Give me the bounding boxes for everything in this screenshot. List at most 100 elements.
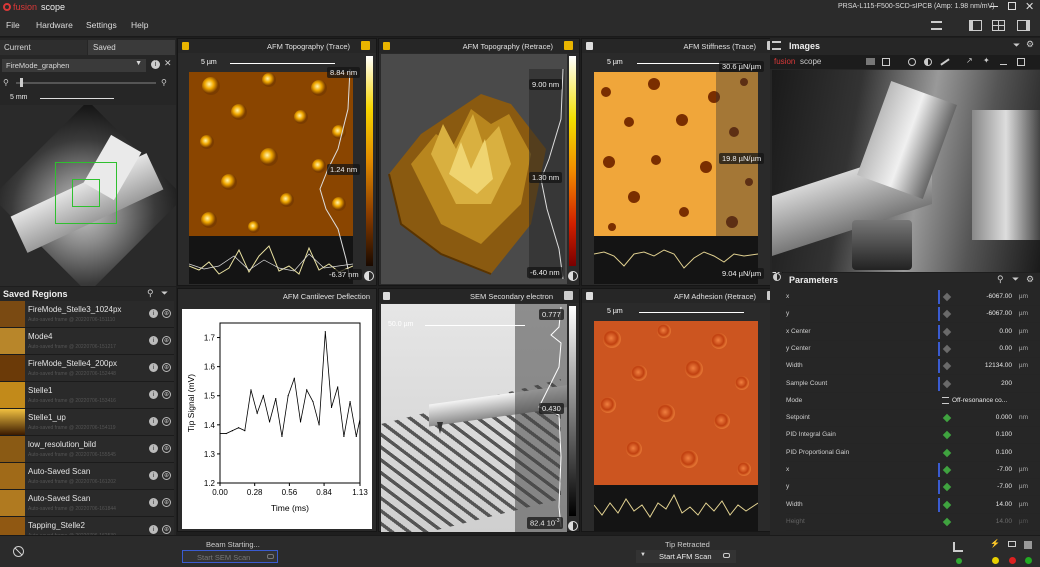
edit-pencil-icon[interactable] xyxy=(942,517,952,527)
scan-settings-icon[interactable] xyxy=(267,554,274,559)
menu-help[interactable]: Help xyxy=(131,20,148,30)
info-icon[interactable]: i xyxy=(149,444,158,453)
edit-pencil-icon[interactable] xyxy=(942,465,952,475)
file-icon[interactable] xyxy=(586,292,593,300)
parameter-row[interactable]: Width 12134.00 µm xyxy=(786,358,1040,376)
layout-grid-icon[interactable] xyxy=(992,20,1005,31)
camera-view[interactable] xyxy=(772,70,1040,272)
colormap-icon[interactable] xyxy=(564,41,573,50)
parameter-value[interactable]: Off-resonance co... xyxy=(952,397,1007,404)
info-icon[interactable]: i xyxy=(149,498,158,507)
share-icon[interactable]: ↗ xyxy=(966,56,973,65)
parameter-value[interactable]: -6067.00 xyxy=(986,293,1012,300)
parameter-row[interactable]: Sample Count 200 xyxy=(786,376,1040,393)
gear-icon[interactable]: ⚙ xyxy=(1026,39,1034,50)
colorbar[interactable] xyxy=(366,56,373,266)
parameter-value[interactable]: 0.00 xyxy=(999,328,1012,335)
colormap-icon[interactable] xyxy=(564,291,573,300)
parameter-value[interactable]: 200 xyxy=(1001,380,1012,387)
parameter-row[interactable]: y Center 0.00 µm xyxy=(786,341,1040,358)
filter-icon[interactable]: ⏷ xyxy=(161,288,168,299)
target-icon[interactable]: ⊕ xyxy=(162,525,171,534)
target-icon[interactable]: ⊕ xyxy=(162,417,171,426)
edit-pencil-icon[interactable] xyxy=(942,327,952,336)
brightness-icon[interactable] xyxy=(908,58,916,66)
search-icon[interactable]: ⚲ xyxy=(997,274,1004,285)
contrast-icon[interactable] xyxy=(924,58,932,66)
afm-adhesion-image[interactable] xyxy=(594,321,758,485)
pin-icon[interactable]: ✦ xyxy=(983,56,990,65)
info-icon[interactable]: i xyxy=(149,390,158,399)
minimize-icon[interactable] xyxy=(1000,64,1007,65)
menu-hardware[interactable]: Hardware xyxy=(36,20,73,30)
parameter-row[interactable]: Setpoint 0.000 nm xyxy=(786,410,1040,428)
contrast-icon[interactable] xyxy=(364,271,374,281)
target-icon[interactable]: ⊕ xyxy=(162,363,171,372)
edit-pencil-icon[interactable] xyxy=(942,500,952,509)
chart-area[interactable]: 1.2 1.3 1.4 1.5 1.6 1.7 0.00 0.28 0.56 0.84 1.13 Ti… xyxy=(182,309,372,529)
start-sem-scan-button[interactable]: Start SEM Scan xyxy=(182,550,278,563)
target-icon[interactable]: ⊕ xyxy=(162,471,171,480)
layout-right-icon[interactable] xyxy=(1017,20,1030,31)
list-view-icon[interactable] xyxy=(931,21,942,30)
parameter-row[interactable]: Width 14.00 µm xyxy=(786,497,1040,514)
parameter-value[interactable]: 0.00 xyxy=(999,345,1012,352)
parameter-value[interactable]: 14.00 xyxy=(996,501,1012,508)
colorbar[interactable] xyxy=(569,56,576,266)
parameter-value[interactable]: -7.00 xyxy=(997,483,1012,490)
menu-file[interactable]: File xyxy=(6,20,20,30)
zoom-slider-handle[interactable] xyxy=(20,78,23,87)
edit-pencil-icon[interactable] xyxy=(942,310,952,319)
edit-pencil-icon[interactable] xyxy=(942,448,952,457)
tab-current[interactable]: Current xyxy=(0,40,87,55)
parameter-row[interactable]: Height 14.00 µm xyxy=(786,514,1040,531)
file-icon[interactable] xyxy=(182,42,189,50)
contrast-icon[interactable] xyxy=(568,521,578,531)
search-icon[interactable]: ⚲ xyxy=(147,288,154,299)
dataset-select[interactable]: FireMode_graphen ▼ xyxy=(2,59,146,72)
zoom-out-icon[interactable]: ⚲ xyxy=(3,78,9,87)
target-icon[interactable]: ⊕ xyxy=(162,498,171,507)
parameter-value[interactable]: -7.00 xyxy=(997,466,1012,473)
scan-settings-icon[interactable] xyxy=(723,553,730,558)
close-window-button[interactable]: ✕ xyxy=(1025,0,1034,13)
saved-region-row[interactable]: low_resolution_bild Auto-saved frame @ 2… xyxy=(0,436,174,463)
parameter-row[interactable]: x -7.00 µm xyxy=(786,462,1040,479)
target-icon[interactable]: ⊕ xyxy=(162,309,171,318)
parameter-row[interactable]: PID Proportional Gain 0.100 xyxy=(786,445,1040,462)
info-icon[interactable]: i xyxy=(149,363,158,372)
colorbar[interactable] xyxy=(569,306,576,516)
edit-pencil-icon[interactable] xyxy=(942,292,952,302)
saved-region-row[interactable]: Auto-Saved Scan Auto-saved frame @ 20220… xyxy=(0,463,174,490)
close-icon[interactable]: ✕ xyxy=(164,58,172,69)
parameter-row[interactable]: y -7.00 µm xyxy=(786,479,1040,497)
saved-region-row[interactable]: FireMode_Stelle3_1024px Auto-saved frame… xyxy=(0,301,174,328)
target-icon[interactable]: ⊕ xyxy=(162,390,171,399)
tab-saved[interactable]: Saved xyxy=(88,40,175,55)
file-icon[interactable] xyxy=(586,42,593,50)
target-icon[interactable]: ⊕ xyxy=(162,444,171,453)
minimize-button[interactable] xyxy=(990,6,998,7)
layout-left-icon[interactable] xyxy=(969,20,982,31)
camera-icon[interactable] xyxy=(866,58,875,65)
info-icon[interactable]: i xyxy=(149,336,158,345)
file-icon[interactable] xyxy=(383,42,390,50)
parameter-value[interactable]: 0.000 xyxy=(996,414,1012,421)
parameter-value[interactable]: 0.100 xyxy=(996,449,1012,456)
parameter-row[interactable]: Mode Off-resonance co... xyxy=(786,393,1040,410)
saved-region-row[interactable]: Auto-Saved Scan Auto-saved frame @ 20220… xyxy=(0,490,174,517)
info-icon[interactable]: i xyxy=(149,471,158,480)
edit-pencil-icon[interactable] xyxy=(942,379,952,388)
parameter-row[interactable]: x Center 0.00 µm xyxy=(786,324,1040,341)
menu-settings[interactable]: Settings xyxy=(86,20,117,30)
file-icon[interactable] xyxy=(383,292,390,300)
stop-icon[interactable] xyxy=(13,546,24,557)
scan-region-inner-box[interactable] xyxy=(72,179,100,207)
measure-icon[interactable] xyxy=(940,58,950,66)
filter-icon[interactable]: ⏷ xyxy=(1012,274,1019,285)
parameter-row[interactable]: PID Integral Gain 0.100 xyxy=(786,427,1040,445)
zoom-in-icon[interactable]: ⚲ xyxy=(161,78,167,87)
zoom-slider[interactable] xyxy=(16,82,156,84)
maximize-icon[interactable] xyxy=(1017,58,1025,66)
parameter-value[interactable]: -6067.00 xyxy=(986,310,1012,317)
